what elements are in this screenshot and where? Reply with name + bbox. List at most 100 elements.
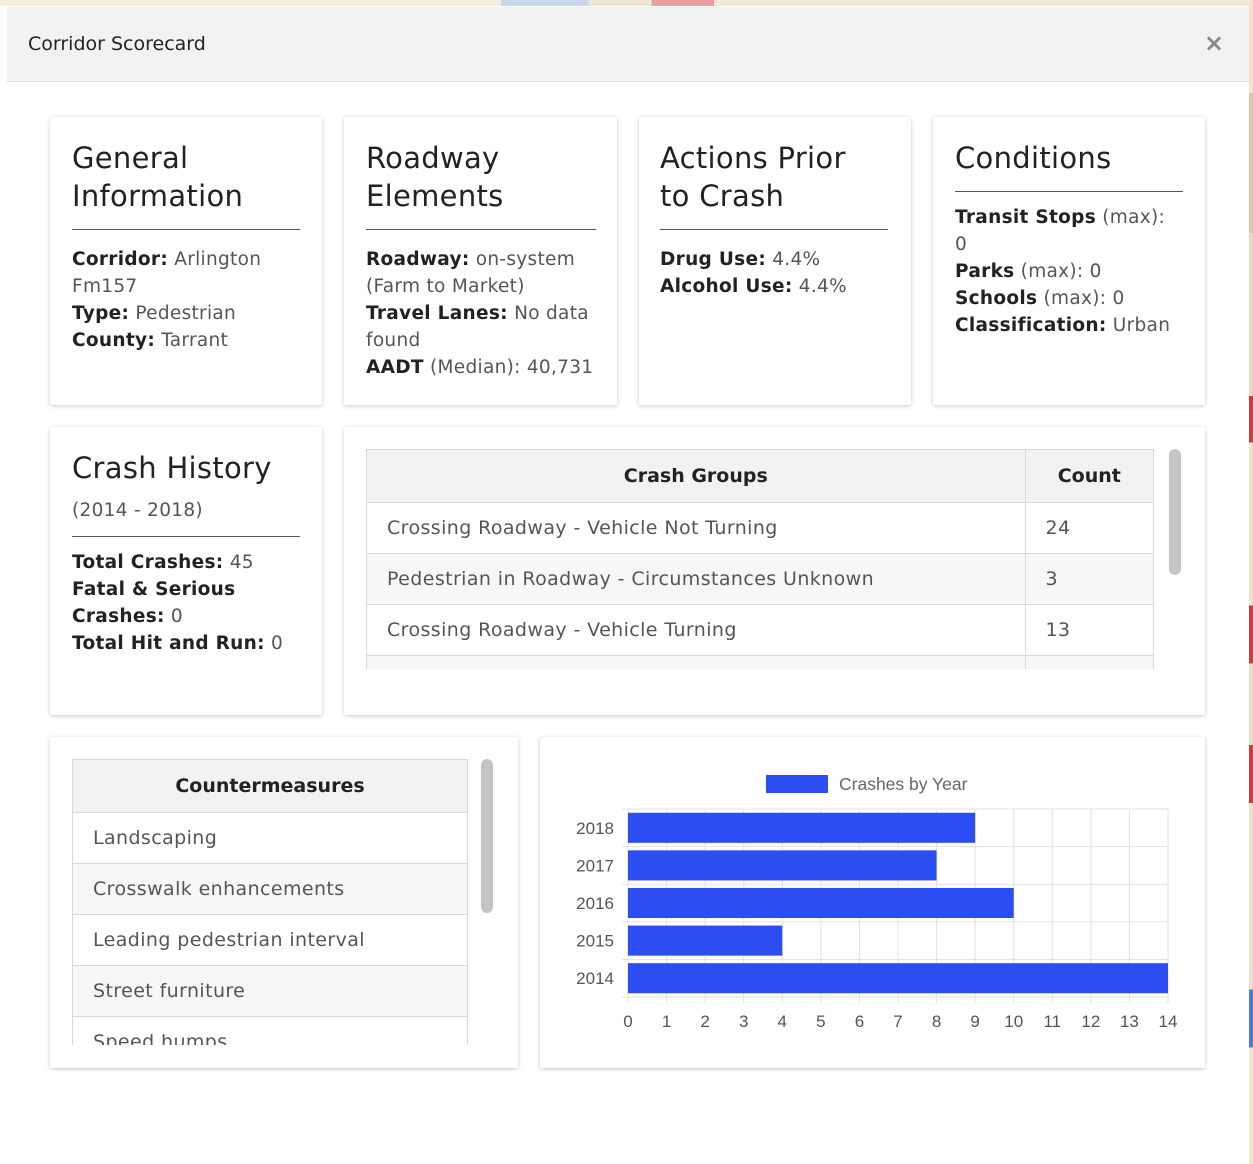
modal-title: Corridor Scorecard [28, 33, 206, 55]
drug-use-value: 4.4% [772, 249, 821, 270]
legend-label: Crashes by Year [839, 774, 968, 794]
schools-label: Schools [955, 288, 1038, 309]
travel-lanes-value-cont: found [366, 330, 421, 351]
x-tick-label: 1 [662, 1012, 671, 1031]
x-tick-label: 6 [855, 1012, 864, 1031]
countermeasure-cell: Speed humps [72, 1016, 468, 1045]
conditions-info-list: Transit Stops (max): 0 Parks (max): 0 Sc… [955, 204, 1183, 339]
roadway-value-cont: (Farm to Market) [366, 276, 525, 297]
y-tick-label: 2018 [576, 819, 614, 838]
fatal-serious-label-cont: Crashes: [72, 606, 165, 627]
countermeasure-cell: Landscaping [72, 812, 468, 864]
roadway-info-list: Roadway: on-system (Farm to Market) Trav… [366, 246, 596, 381]
actions-prior-card: Actions Prior to Crash Drug Use: 4.4% Al… [639, 117, 911, 405]
count-cell: 13 [1024, 604, 1154, 656]
countermeasures-table: Countermeasures Landscaping Crosswalk en… [72, 759, 468, 1045]
column-header-countermeasures[interactable]: Countermeasures [72, 759, 468, 813]
x-tick-label: 3 [739, 1012, 748, 1031]
crash-group-cell: Crossing Roadway - Vehicle Not Turning [366, 502, 1026, 554]
x-tick-label: 8 [932, 1012, 941, 1031]
y-tick-label: 2016 [576, 894, 614, 913]
count-cell: 3 [1024, 553, 1154, 605]
crash-groups-scrollbar[interactable] [1169, 449, 1181, 575]
bar-2017 [628, 850, 937, 881]
x-tick-label: 11 [1043, 1012, 1061, 1031]
x-tick-label: 4 [778, 1012, 787, 1031]
close-icon[interactable]: × [1201, 29, 1227, 57]
parks-value: (max): 0 [1020, 261, 1102, 282]
count-cell: 24 [1024, 502, 1154, 554]
bar-2016 [628, 887, 1014, 919]
x-tick-label: 9 [970, 1012, 979, 1031]
county-value: Tarrant [161, 330, 229, 351]
countermeasure-cell: Crosswalk enhancements [72, 863, 468, 915]
card-title-line: General [72, 141, 189, 175]
list-item[interactable]: Crosswalk enhancements [72, 863, 468, 915]
divider [660, 229, 888, 230]
list-item[interactable]: Speed humps [72, 1016, 468, 1045]
aadt-value: (Median): 40,731 [430, 357, 594, 378]
crash-group-cell: Pedestrian in Roadway - Circumstances Un… [366, 553, 1026, 605]
divider [72, 229, 300, 230]
countermeasures-scrollbar[interactable] [481, 759, 493, 913]
x-tick-label: 14 [1159, 1012, 1178, 1031]
list-item[interactable]: Street furniture [72, 965, 468, 1017]
countermeasures-scroll-area[interactable]: Countermeasures Landscaping Crosswalk en… [72, 759, 468, 1045]
card-title-line: Roadway [366, 141, 500, 175]
schools-value: (max): 0 [1043, 288, 1125, 309]
drug-use-label: Drug Use: [660, 249, 767, 270]
crashes-by-year-chart-card: 2018 2017 2016 2015 2014 0 1 2 3 4 5 6 7 8 9 10 11 12 13 14… [540, 737, 1205, 1068]
crash-groups-table: Crash Groups Count Crossing Roadway - Ve… [366, 449, 1154, 669]
x-tick-label: 0 [623, 1012, 632, 1031]
travel-lanes-label: Travel Lanes: [366, 303, 508, 324]
actions-info-list: Drug Use: 4.4% Alcohol Use: 4.4% [660, 246, 888, 300]
crash-groups-scroll-area[interactable]: Crash Groups Count Crossing Roadway - Ve… [366, 449, 1154, 669]
legend-swatch [766, 775, 828, 793]
total-crashes-value: 45 [229, 552, 254, 573]
map-background-top [0, 0, 1253, 6]
type-value: Pedestrian [135, 303, 237, 324]
countermeasure-cell: Leading pedestrian interval [72, 914, 468, 966]
travel-lanes-value: No data [514, 303, 589, 324]
table-row[interactable]: Crossing Roadway - Vehicle Not Turning 2… [366, 502, 1154, 554]
type-label: Type: [72, 303, 130, 324]
list-item[interactable]: Landscaping [72, 812, 468, 864]
table-row[interactable]: Pedestrian in Roadway - Circumstances Un… [366, 553, 1154, 605]
card-title-line: Information [72, 179, 244, 213]
crash-groups-card: Crash Groups Count Crossing Roadway - Ve… [344, 427, 1205, 715]
hit-and-run-label: Total Hit and Run: [72, 633, 265, 654]
conditions-card: Conditions Transit Stops (max): 0 Parks … [933, 117, 1205, 405]
corridor-label: Corridor: [72, 249, 169, 270]
column-header-crash-groups[interactable]: Crash Groups [366, 449, 1026, 503]
alcohol-use-value: 4.4% [798, 276, 847, 297]
roadway-label: Roadway: [366, 249, 470, 270]
crash-group-cell: Crossing Roadway - Vehicle Turning [366, 604, 1026, 656]
countermeasure-cell: Street furniture [72, 965, 468, 1017]
classification-value: Urban [1112, 315, 1171, 336]
x-tick-label: 10 [1004, 1012, 1023, 1031]
x-tick-label: 5 [816, 1012, 825, 1031]
card-title: Actions Prior to Crash [660, 139, 888, 215]
card-title-line: to Crash [660, 179, 785, 213]
corridor-value-cont: Fm157 [72, 276, 138, 297]
transit-stops-label: Transit Stops [955, 207, 1097, 228]
x-tick-label: 2 [700, 1012, 709, 1031]
list-item[interactable]: Leading pedestrian interval [72, 914, 468, 966]
classification-label: Classification: [955, 315, 1107, 336]
bar-2015 [628, 925, 783, 956]
card-title-line: Elements [366, 179, 504, 213]
y-tick-label: 2015 [576, 932, 614, 951]
table-row[interactable]: Crossing Roadway - Vehicle Turning 13 [366, 604, 1154, 656]
fatal-serious-value: 0 [170, 606, 183, 627]
aadt-label: AADT [366, 357, 424, 378]
card-title-line: Actions Prior [660, 141, 846, 175]
alcohol-use-label: Alcohol Use: [660, 276, 793, 297]
divider [72, 536, 300, 537]
divider [366, 229, 596, 230]
hit-and-run-value: 0 [271, 633, 284, 654]
column-header-count[interactable]: Count [1024, 449, 1154, 503]
modal-header: Corridor Scorecard × [7, 7, 1249, 82]
card-title: Roadway Elements [366, 139, 596, 215]
roadway-elements-card: Roadway Elements Roadway: on-system (Far… [344, 117, 617, 405]
table-row[interactable] [366, 655, 1154, 669]
